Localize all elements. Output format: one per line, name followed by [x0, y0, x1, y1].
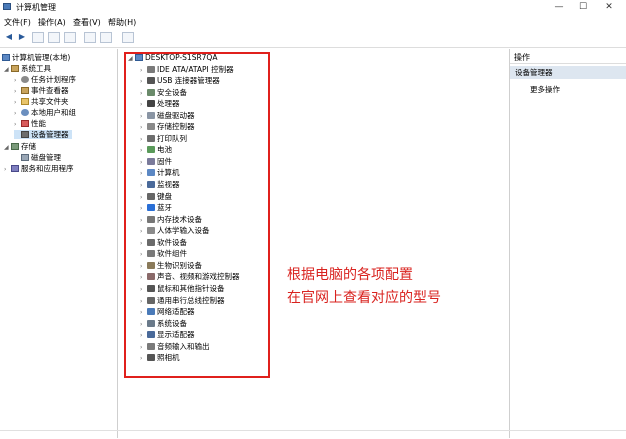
tree-disk-management[interactable]: 磁盘管理 [14, 153, 61, 162]
back-icon[interactable]: ◀ [3, 32, 15, 43]
navigation-pane: 计算机管理(本地) ◢ 系统工具 › 任务计划程序 › 事件查看器 › 共享文件夹 › 本… [0, 49, 118, 438]
chevron-down-icon[interactable]: ◢ [4, 65, 11, 74]
chevron-right-icon[interactable]: › [14, 87, 21, 96]
close-button[interactable]: ✕ [598, 1, 620, 13]
tree-services-apps[interactable]: › 服务和应用程序 [4, 164, 74, 174]
services-icon [11, 165, 19, 172]
computer-management-icon [3, 3, 11, 10]
tree-shared-folders[interactable]: › 共享文件夹 [14, 97, 69, 107]
annotation-line-1: 根据电脑的各项配置 [287, 267, 413, 283]
users-icon [21, 109, 29, 116]
menu-action[interactable]: 操作(A) [38, 17, 66, 28]
more-actions-link[interactable]: 更多操作 [530, 84, 560, 95]
toolbar: ◀ ▶ [0, 29, 626, 48]
menu-help[interactable]: 帮助(H) [108, 17, 136, 28]
help-icon[interactable] [84, 32, 96, 43]
menu-file[interactable]: 文件(F) [4, 17, 31, 28]
chevron-right-icon[interactable]: › [14, 109, 21, 118]
tree-local-users[interactable]: › 本地用户和组 [14, 108, 76, 118]
menu-view[interactable]: 查看(V) [73, 17, 101, 28]
show-hide-tree-icon[interactable] [48, 32, 60, 43]
forward-icon[interactable]: ▶ [16, 32, 28, 43]
actions-header: 操作 [510, 52, 626, 64]
tree-task-scheduler[interactable]: › 任务计划程序 [14, 75, 76, 85]
up-level-icon[interactable] [32, 32, 44, 43]
tree-event-viewer[interactable]: › 事件查看器 [14, 86, 69, 96]
computer-management-icon [2, 54, 10, 61]
monitor-icon[interactable] [122, 32, 134, 43]
export-list-icon[interactable] [100, 32, 112, 43]
chevron-right-icon[interactable]: › [14, 98, 21, 107]
device-manager-icon [21, 131, 29, 138]
tree-root[interactable]: 计算机管理(本地) [2, 53, 70, 62]
disk-icon [21, 154, 29, 161]
maximize-button[interactable]: ☐ [572, 1, 594, 13]
event-viewer-icon [21, 87, 29, 94]
tree-device-manager[interactable]: 设备管理器 [14, 130, 72, 139]
performance-icon [21, 120, 29, 127]
chevron-down-icon[interactable]: ◢ [4, 143, 11, 152]
minimize-button[interactable]: — [548, 1, 570, 13]
folder-icon [21, 98, 29, 105]
title-bar: 计算机管理 — ☐ ✕ [0, 0, 626, 14]
chevron-right-icon[interactable]: › [4, 165, 11, 174]
actions-pane: 操作 设备管理器 更多操作 [509, 49, 626, 438]
storage-icon [11, 143, 19, 150]
highlight-box [124, 52, 270, 378]
annotation-line-2: 在官网上查看对应的型号 [287, 290, 441, 306]
chevron-right-icon[interactable]: › [14, 120, 21, 129]
clock-icon [21, 76, 29, 83]
window-title: 计算机管理 [16, 3, 56, 12]
tools-icon [11, 65, 19, 72]
tree-storage[interactable]: ◢ 存储 [4, 142, 36, 152]
properties-icon[interactable] [64, 32, 76, 43]
menu-bar: 文件(F) 操作(A) 查看(V) 帮助(H) [0, 15, 626, 28]
actions-section-device-manager[interactable]: 设备管理器 [510, 66, 626, 79]
tree-performance[interactable]: › 性能 [14, 119, 46, 129]
tree-system-tools[interactable]: ◢ 系统工具 [4, 64, 51, 74]
chevron-right-icon[interactable]: › [14, 76, 21, 85]
